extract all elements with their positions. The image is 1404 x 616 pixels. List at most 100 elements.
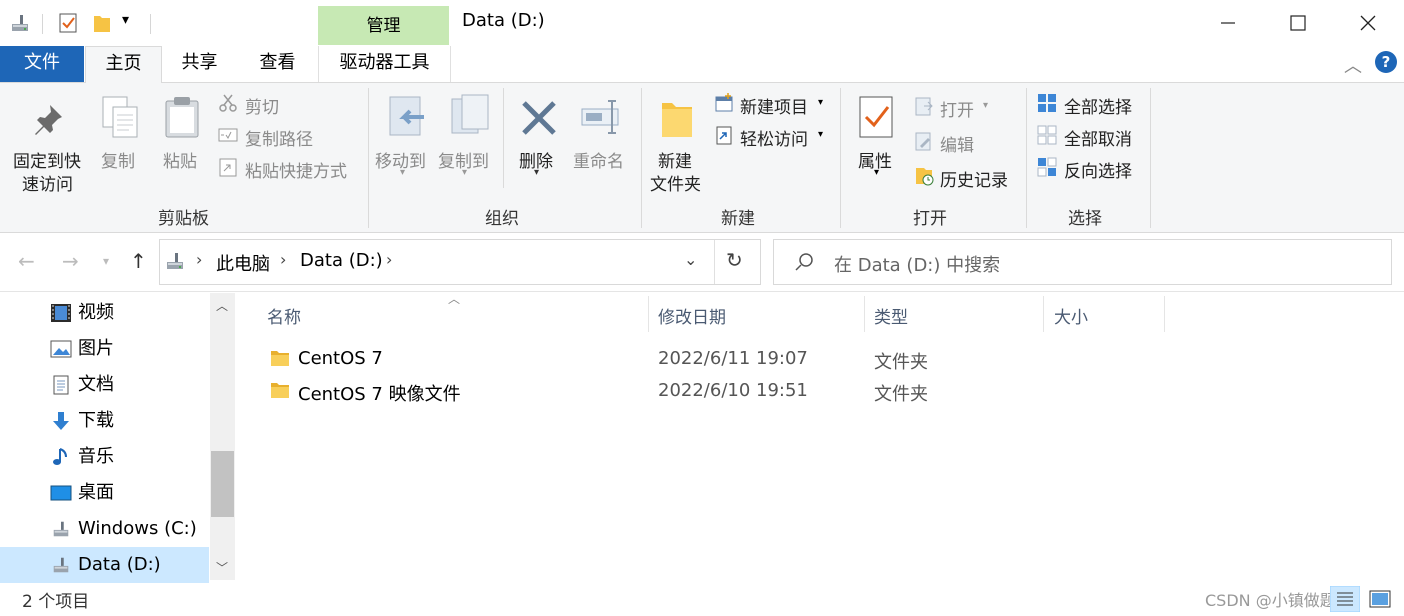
breadcrumb-separator-icon[interactable]: ›	[280, 250, 286, 269]
properties-dropdown-icon[interactable]: ▾	[874, 167, 879, 178]
new-folder-line2[interactable]: 文件夹	[650, 170, 701, 195]
copy-to-icon	[451, 94, 489, 134]
easy-access-dropdown-icon[interactable]: ▾	[818, 129, 823, 140]
breadcrumb-separator-icon[interactable]: ›	[196, 250, 202, 269]
nav-item-data-d[interactable]: Data (D:)	[0, 547, 209, 583]
separator	[42, 14, 43, 34]
nav-item-windows-c[interactable]: Windows (C:)	[0, 511, 209, 547]
column-separator[interactable]	[648, 296, 649, 332]
forward-icon[interactable]: →	[62, 249, 79, 273]
minimize-button[interactable]	[1193, 0, 1263, 46]
back-icon[interactable]: ←	[18, 249, 35, 273]
address-history-dropdown-icon[interactable]: ⌄	[684, 250, 697, 269]
rename-icon	[581, 100, 619, 134]
customize-toolbar-icon[interactable]: ▾	[122, 12, 129, 28]
nav-item-label: Windows (C:)	[78, 518, 197, 539]
column-separator[interactable]	[1164, 296, 1165, 332]
tab-drive-tools[interactable]: 驱动器工具	[318, 46, 451, 82]
paste-button[interactable]: 粘贴	[163, 147, 197, 172]
nav-item-label: 下载	[78, 410, 114, 431]
file-row[interactable]: CentOS 7 2022/6/11 19:07 文件夹	[264, 343, 1164, 375]
search-placeholder: 在 Data (D:) 中搜索	[834, 255, 1001, 276]
pin-quick-access-line1[interactable]: 固定到快	[13, 147, 81, 172]
maximize-icon	[1290, 15, 1306, 31]
refresh-icon[interactable]: ↻	[726, 248, 743, 272]
sort-ascending-icon: ︿	[448, 292, 461, 306]
file-row[interactable]: CentOS 7 映像文件 2022/6/10 19:51 文件夹	[264, 375, 1164, 407]
close-button[interactable]	[1333, 0, 1403, 46]
new-folder-line1[interactable]: 新建	[658, 147, 692, 172]
properties-quick-icon[interactable]	[58, 12, 78, 34]
new-folder-quick-icon[interactable]	[92, 12, 112, 34]
copy-path-button[interactable]: 复制路径	[245, 125, 313, 150]
drive-icon	[53, 557, 69, 573]
column-header-name[interactable]: 名称	[267, 303, 301, 328]
recent-locations-icon[interactable]: ▾	[103, 254, 109, 268]
search-icon	[795, 253, 813, 271]
group-separator	[641, 88, 642, 228]
nav-item-label: 桌面	[78, 482, 114, 503]
nav-item-desktop[interactable]: 桌面	[0, 475, 209, 511]
file-modified: 2022/6/11 19:07	[658, 348, 808, 369]
new-item-button[interactable]: 新建项目	[740, 93, 808, 118]
copy-button[interactable]: 复制	[101, 147, 135, 172]
navigation-pane: 视频 图片 文档 下载 音乐 桌面 Windows (C:) Data (D:)…	[0, 293, 236, 583]
help-icon[interactable]: ?	[1375, 51, 1397, 73]
column-header-modified[interactable]: 修改日期	[658, 303, 726, 328]
nav-item-pictures[interactable]: 图片	[0, 331, 209, 367]
invert-selection-button[interactable]: 反向选择	[1064, 157, 1132, 182]
documents-icon	[53, 375, 69, 395]
address-bar[interactable]: › 此电脑 › Data (D:) › ⌄ ↻	[159, 239, 761, 285]
group-separator	[1150, 88, 1151, 228]
collapse-ribbon-icon[interactable]: ︿	[1344, 52, 1362, 78]
column-separator[interactable]	[864, 296, 865, 332]
column-separator[interactable]	[1043, 296, 1044, 332]
select-none-icon	[1037, 125, 1057, 145]
group-label-new: 新建	[721, 209, 755, 229]
maximize-button[interactable]	[1263, 0, 1333, 46]
item-count: 2 个项目	[22, 592, 90, 612]
up-icon[interactable]: ↑	[130, 249, 147, 273]
edit-button[interactable]: 编辑	[940, 131, 974, 156]
search-box[interactable]: 在 Data (D:) 中搜索	[773, 239, 1392, 285]
pin-quick-access-line2[interactable]: 速访问	[22, 170, 73, 195]
nav-item-music[interactable]: 音乐	[0, 439, 209, 475]
new-item-dropdown-icon[interactable]: ▾	[818, 97, 823, 108]
scroll-up-icon[interactable]: ︿	[216, 297, 228, 314]
tab-view[interactable]: 查看	[240, 46, 315, 82]
minimize-icon	[1221, 22, 1235, 24]
rename-button[interactable]: 重命名	[573, 147, 624, 172]
history-button[interactable]: 历史记录	[940, 166, 1008, 191]
scroll-down-icon[interactable]: ﹀	[216, 559, 228, 576]
select-all-button[interactable]: 全部选择	[1064, 93, 1132, 118]
breadcrumb-separator-icon[interactable]: ›	[386, 250, 392, 269]
nav-item-videos[interactable]: 视频	[0, 295, 209, 331]
delete-dropdown-icon[interactable]: ▾	[534, 167, 539, 178]
easy-access-button[interactable]: 轻松访问	[740, 125, 808, 150]
separator	[714, 240, 715, 284]
nav-scrollbar[interactable]: ︿ ﹀	[210, 293, 235, 580]
nav-item-downloads[interactable]: 下载	[0, 403, 209, 439]
open-button[interactable]: 打开	[940, 96, 974, 121]
tab-home[interactable]: 主页	[85, 46, 162, 84]
open-dropdown-icon[interactable]: ▾	[983, 100, 988, 111]
tab-file[interactable]: 文件	[0, 46, 84, 82]
nav-item-documents[interactable]: 文档	[0, 367, 209, 403]
move-to-dropdown-icon[interactable]: ▾	[400, 167, 405, 178]
copy-to-dropdown-icon[interactable]: ▾	[462, 167, 467, 178]
group-separator	[1026, 88, 1027, 228]
select-none-button[interactable]: 全部取消	[1064, 125, 1132, 150]
desktop-icon	[50, 485, 72, 501]
tab-share[interactable]: 共享	[162, 46, 237, 82]
nav-item-label: Data (D:)	[78, 554, 161, 575]
delete-icon	[522, 101, 556, 135]
large-icons-view-icon[interactable]	[1368, 588, 1392, 610]
paste-shortcut-button[interactable]: 粘贴快捷方式	[245, 157, 347, 182]
column-header-size[interactable]: 大小	[1054, 303, 1088, 328]
breadcrumb-this-pc[interactable]: 此电脑	[216, 250, 270, 276]
breadcrumb-data-d[interactable]: Data (D:)	[300, 250, 383, 271]
cut-button[interactable]: 剪切	[245, 93, 279, 118]
details-view-icon[interactable]	[1330, 586, 1360, 612]
column-header-type[interactable]: 类型	[874, 303, 908, 328]
scrollbar-thumb[interactable]	[211, 451, 234, 517]
